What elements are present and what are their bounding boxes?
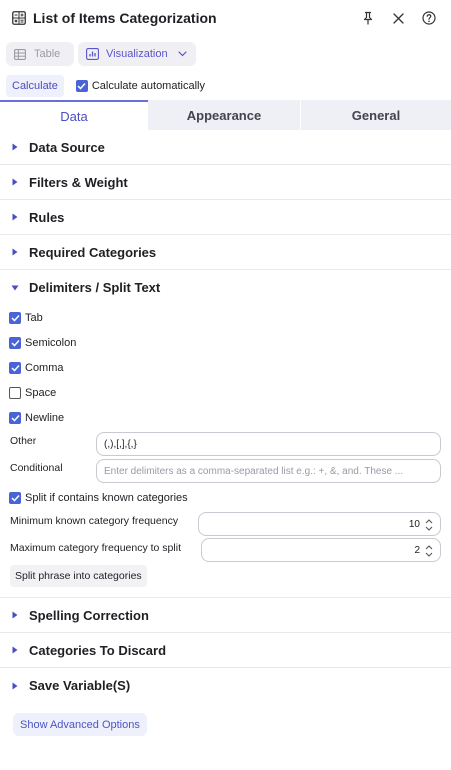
section-label: Data Source — [29, 139, 105, 155]
section-data-source[interactable]: Data Source — [0, 130, 451, 165]
table-view-button[interactable]: Table — [6, 42, 74, 66]
min-frequency-label: Minimum known category frequency — [10, 515, 179, 527]
title-bar: List of Items Categorization — [0, 0, 451, 38]
checkbox-checked-icon — [9, 362, 21, 374]
caret-right-icon — [12, 611, 18, 619]
section-label: Required Categories — [29, 244, 157, 260]
caret-right-icon — [12, 143, 18, 151]
caret-right-icon — [12, 248, 18, 256]
conditional-delimiters-input[interactable]: Enter delimiters as a comma-separated li… — [96, 459, 441, 483]
checkbox-unchecked-icon — [9, 387, 21, 399]
tab-general[interactable]: General — [301, 100, 451, 130]
checkbox-checked-icon — [9, 312, 21, 324]
section-label: Delimiters / Split Text — [29, 280, 161, 295]
pin-button[interactable] — [360, 10, 376, 26]
delimiter-comma-checkbox[interactable]: Comma — [9, 361, 64, 375]
delimiter-label: Semicolon — [25, 337, 77, 349]
other-label: Other — [10, 435, 37, 447]
split-phrase-button[interactable]: Split phrase into categories — [10, 565, 147, 587]
pin-icon — [363, 11, 373, 25]
section-label: Rules — [29, 209, 65, 225]
view-toggle: Table Visualization — [6, 42, 196, 66]
caret-right-icon — [12, 646, 18, 654]
close-icon — [392, 12, 404, 24]
close-button[interactable] — [390, 10, 406, 26]
checkbox-checked-icon — [75, 80, 88, 92]
caret-right-icon — [12, 213, 18, 221]
section-filters-weight[interactable]: Filters & Weight — [0, 165, 451, 200]
section-label: Categories To Discard — [29, 642, 167, 658]
calculator-icon — [12, 11, 26, 25]
caret-right-icon — [12, 682, 18, 689]
conditional-label: Conditional — [10, 462, 63, 474]
max-frequency-label: Maximum category frequency to split — [10, 542, 181, 554]
section-spelling-correction[interactable]: Spelling Correction — [0, 598, 451, 633]
spinner-icon[interactable] — [424, 542, 434, 560]
visualization-view-label: Visualization — [106, 48, 168, 60]
visualization-view-button[interactable]: Visualization — [78, 42, 196, 66]
max-frequency-stepper[interactable]: 2 — [201, 538, 441, 562]
section-label: Filters & Weight — [29, 174, 128, 190]
window-title: List of Items Categorization — [33, 10, 217, 26]
tab-bar: Data Appearance General — [0, 100, 451, 130]
checkbox-checked-icon — [9, 412, 21, 424]
calculate-automatically-checkbox[interactable]: Calculate automatically — [75, 80, 205, 92]
max-frequency-value: 2 — [414, 545, 420, 556]
delimiter-tab-checkbox[interactable]: Tab — [9, 311, 43, 325]
section-save-variables[interactable]: Save Variable(S) — [0, 668, 451, 703]
delimiter-label: Space — [25, 387, 57, 399]
calculate-row: Calculate Calculate automatically — [6, 75, 205, 97]
table-view-label: Table — [34, 48, 61, 60]
table-icon — [14, 48, 26, 60]
help-button[interactable] — [421, 10, 437, 26]
min-frequency-stepper[interactable]: 10 — [198, 512, 441, 536]
section-required-categories[interactable]: Required Categories — [0, 235, 451, 270]
spinner-icon[interactable] — [424, 516, 434, 534]
section-label: Spelling Correction — [29, 607, 149, 623]
split-known-categories-checkbox[interactable]: Split if contains known categories — [9, 491, 188, 505]
tab-data[interactable]: Data — [0, 100, 148, 130]
tab-appearance[interactable]: Appearance — [148, 100, 300, 130]
min-frequency-value: 10 — [408, 519, 420, 530]
delimiter-space-checkbox[interactable]: Space — [9, 386, 56, 400]
caret-down-icon — [11, 285, 19, 290]
checkbox-checked-icon — [9, 337, 21, 349]
help-icon — [422, 11, 436, 25]
caret-right-icon — [12, 178, 18, 186]
delimiter-newline-checkbox[interactable]: Newline — [9, 411, 64, 425]
delimiter-label: Tab — [25, 312, 43, 324]
section-categories-to-discard[interactable]: Categories To Discard — [0, 633, 451, 668]
calculate-automatically-label: Calculate automatically — [91, 80, 205, 92]
chevron-down-icon — [177, 51, 187, 57]
delimiter-label: Comma — [25, 362, 64, 374]
section-label: Save Variable(S) — [29, 678, 131, 693]
section-delimiters[interactable]: Delimiters / Split Text — [0, 270, 451, 305]
delimiter-label: Newline — [25, 412, 65, 424]
checkbox-checked-icon — [9, 492, 21, 504]
show-advanced-options-button[interactable]: Show Advanced Options — [13, 713, 147, 736]
other-delimiters-input[interactable]: (,),[,],{,} — [96, 432, 441, 456]
split-known-categories-label: Split if contains known categories — [25, 492, 188, 504]
calculate-button[interactable]: Calculate — [6, 75, 64, 97]
section-rules[interactable]: Rules — [0, 200, 451, 235]
chart-icon — [86, 48, 99, 60]
delimiter-semicolon-checkbox[interactable]: Semicolon — [9, 336, 76, 350]
